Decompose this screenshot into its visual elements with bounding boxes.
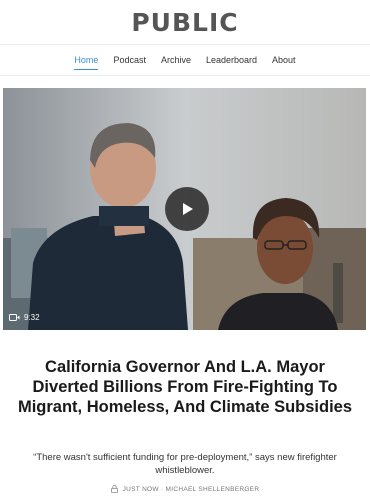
nav-item-home[interactable]: Home (74, 44, 99, 76)
play-icon (183, 203, 193, 215)
video-duration: 9:32 (9, 313, 40, 322)
nav-item-podcast[interactable]: Podcast (113, 44, 146, 76)
nav-item-leaderboard[interactable]: Leaderboard (206, 44, 257, 76)
nav-item-archive[interactable]: Archive (161, 44, 191, 76)
duration-label: 9:32 (24, 313, 40, 322)
lock-icon (110, 485, 118, 493)
article-byline: JUST NOW · MICHAEL SHELLENBERGER (0, 485, 370, 493)
masthead: PUBLIC (0, 0, 370, 44)
play-button[interactable] (165, 187, 209, 231)
nav-item-about[interactable]: About (272, 44, 296, 76)
main-nav: Home Podcast Archive Leaderboard About (0, 44, 370, 76)
byline-text[interactable]: JUST NOW · MICHAEL SHELLENBERGER (123, 486, 260, 493)
article-title[interactable]: California Governor And L.A. Mayor Diver… (16, 357, 354, 417)
video-player[interactable]: 9:32 (3, 88, 366, 330)
video-camera-icon (9, 314, 20, 321)
article-subtitle: “There wasn't sufficient funding for pre… (33, 452, 337, 476)
site-logo[interactable]: PUBLIC (131, 8, 238, 37)
